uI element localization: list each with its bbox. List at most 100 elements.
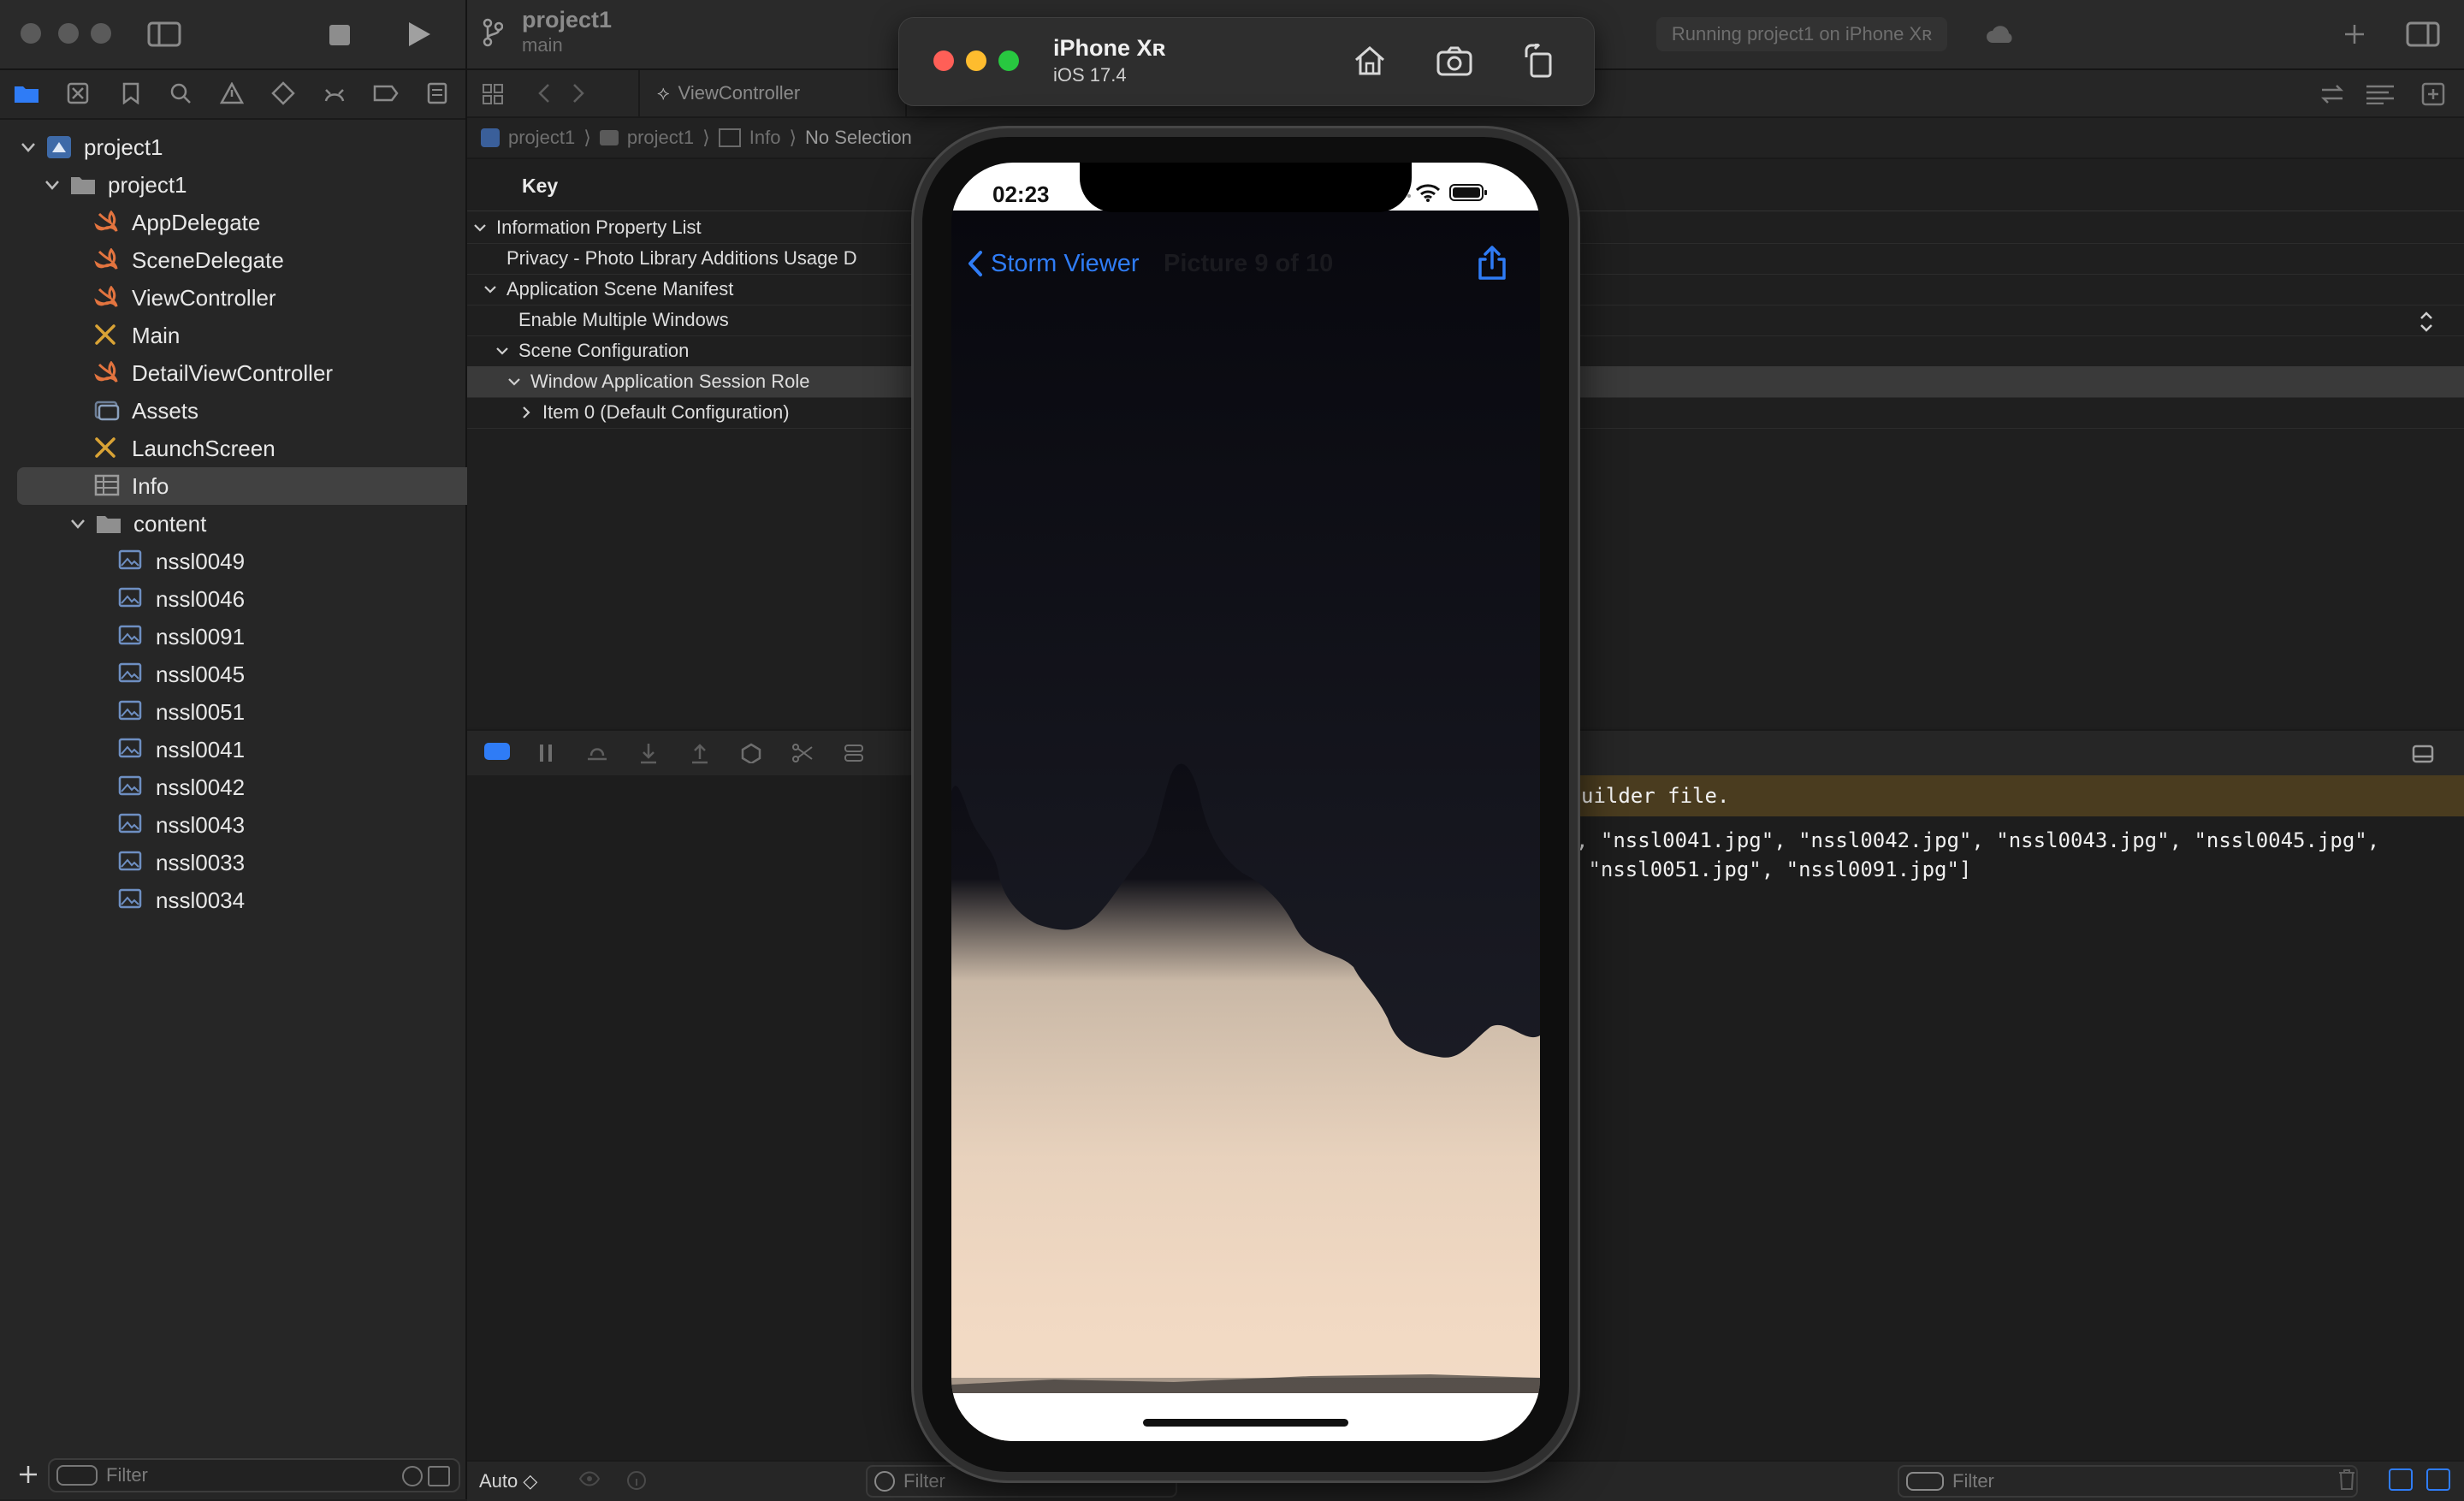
report-navigator-icon[interactable] [423,80,452,106]
view-hierarchy-icon[interactable] [739,741,763,765]
back-button[interactable]: Storm Viewer [967,246,1140,281]
add-editor-icon[interactable] [2420,80,2447,108]
file-tree-item-nssl0046[interactable]: nssl0046 [118,580,245,618]
navigator-filter-field[interactable]: Filter [48,1458,460,1492]
disclosure-chevron-icon[interactable] [68,514,87,533]
step-out-icon[interactable] [688,741,712,765]
file-tree-item-nssl0049[interactable]: nssl0049 [118,543,245,580]
minimize-window-button[interactable] [58,23,79,44]
file-tree-item-nssl0091[interactable]: nssl0091 [118,618,245,656]
step-over-icon[interactable] [585,741,609,765]
hide-debug-area-icon[interactable] [484,743,510,760]
file-tree-item-nssl0051[interactable]: nssl0051 [118,693,245,731]
scm-filter-icon[interactable] [428,1466,450,1486]
folder-icon [599,130,619,145]
group-item-project1[interactable]: project1 [43,166,187,204]
folder-icon[interactable] [12,80,41,106]
run-button[interactable] [402,19,436,50]
home-indicator[interactable] [1143,1419,1348,1427]
breadcrumb-project[interactable]: project1 [508,127,575,149]
project-root-item[interactable]: project1 [19,128,163,166]
file-tree-item-nssl0043[interactable]: nssl0043 [118,806,245,844]
debug-navigator-icon[interactable] [320,80,349,106]
disclosure-chevron-icon[interactable] [19,138,38,157]
file-tree-item-scenedelegate[interactable]: SceneDelegate [94,241,284,279]
breadcrumb-file[interactable]: Info [749,127,781,149]
split-console-icon[interactable] [2409,741,2437,767]
recent-files-icon[interactable] [402,1466,423,1486]
trash-icon[interactable] [2337,1468,2360,1492]
inspector-toggle-icon[interactable] [2404,17,2442,51]
file-tree-item-launchscreen[interactable]: LaunchScreen [94,430,275,467]
file-tree-item-nssl0042[interactable]: nssl0042 [118,768,245,806]
environment-overrides-icon[interactable] [842,741,866,765]
add-file-button[interactable] [15,1462,41,1487]
filter-options-icon[interactable] [56,1465,98,1486]
file-tree-item-info[interactable]: Info [17,467,530,505]
key-column-header[interactable]: Key [522,175,558,198]
eye-icon[interactable] [578,1470,601,1491]
plist-file-icon [718,128,741,147]
branch-name[interactable]: main [522,34,563,56]
filter-options-icon[interactable] [1906,1472,1944,1491]
file-tree-item-nssl0041[interactable]: nssl0041 [118,731,245,768]
simulator-minimize-button[interactable] [966,50,986,71]
file-tree-item-detailviewcontroller[interactable]: DetailViewController [94,354,333,392]
back-chevron-icon[interactable] [534,80,554,106]
file-tree-item-nssl0033[interactable]: nssl0033 [118,844,245,881]
navigation-title: Picture 9 of 10 [1164,250,1334,277]
tab-viewcontroller[interactable]: ⟡ ViewController [638,70,907,116]
rotate-icon[interactable] [1519,40,1560,81]
file-tree-item-nssl0034[interactable]: nssl0034 [118,881,245,919]
disclosure-chevron-right-icon[interactable] [518,405,539,420]
test-navigator-icon[interactable] [269,80,298,106]
memory-graph-icon[interactable] [791,741,814,765]
simulator-close-button[interactable] [933,50,954,71]
disclosure-chevron-icon[interactable] [43,175,62,194]
value-stepper-icon[interactable] [2416,308,2437,335]
close-window-button[interactable] [21,23,41,44]
pause-icon[interactable] [534,741,558,765]
variables-scope-select[interactable]: Auto ◇ [479,1470,537,1492]
bookmark-icon[interactable] [116,80,145,106]
console-filter-field[interactable]: Filter [1898,1465,2358,1498]
simulator-zoom-button[interactable] [998,50,1019,71]
breadcrumb-selection[interactable]: No Selection [805,127,912,149]
show-console-view-icon[interactable] [2426,1468,2450,1491]
forward-chevron-icon[interactable] [568,80,589,106]
stop-button[interactable] [327,22,352,48]
share-icon[interactable] [1477,245,1511,282]
file-tree-item-label: AppDelegate [132,209,261,235]
home-icon[interactable] [1349,40,1390,81]
screenshot-camera-icon[interactable] [1433,40,1476,81]
sidebar-toggle-icon[interactable] [145,19,183,50]
step-into-icon[interactable] [637,741,660,765]
add-library-icon[interactable] [2339,19,2370,50]
show-variables-view-icon[interactable] [2389,1468,2413,1491]
project-title[interactable]: project1 [522,7,612,33]
disclosure-chevron-down-icon[interactable] [472,220,493,235]
warning-icon[interactable] [217,80,246,106]
file-tree-item-nssl0045[interactable]: nssl0045 [118,656,245,693]
file-tree-item-main[interactable]: Main [94,317,180,354]
editor-options-icon[interactable] [2363,80,2397,108]
search-icon[interactable] [166,80,195,106]
breakpoint-navigator-icon[interactable] [371,80,400,106]
related-items-icon[interactable] [479,80,506,108]
breadcrumb-group[interactable]: project1 [627,127,694,149]
disclosure-chevron-down-icon[interactable] [506,374,527,389]
zoom-window-button[interactable] [91,23,111,44]
simulator-screen[interactable]: 02:23 Storm Viewer Picture 9 of 10 [951,163,1540,1441]
file-tree-item-assets[interactable]: Assets [94,392,198,430]
source-control-icon[interactable] [63,80,92,106]
file-tree-item-viewcontroller[interactable]: ViewController [94,279,276,317]
status-time: 02:23 [992,181,1050,207]
disclosure-chevron-down-icon[interactable] [483,282,503,297]
back-button-label: Storm Viewer [991,249,1140,277]
info-icon[interactable] [626,1470,647,1491]
refresh-canvas-icon[interactable] [2319,80,2346,108]
disclosure-chevron-down-icon[interactable] [495,343,515,359]
file-tree-item-appdelegate[interactable]: AppDelegate [94,204,260,241]
group-item-content[interactable]: content [68,505,206,543]
image-file-icon [118,813,144,837]
